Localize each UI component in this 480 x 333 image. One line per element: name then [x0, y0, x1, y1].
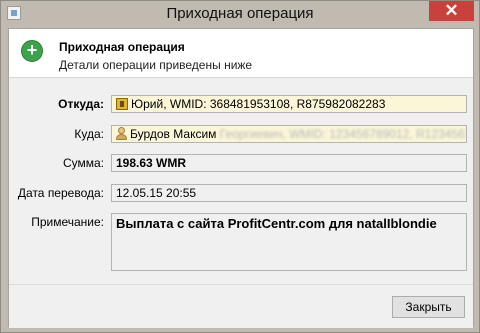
from-label: Откуда: [58, 97, 104, 111]
amount-label: Сумма: [62, 156, 104, 170]
dialog-header: + Приходная операция Детали операции при… [9, 29, 473, 78]
window-close-button[interactable]: ✕ [429, 1, 474, 21]
date-value: 12.05.15 20:55 [116, 186, 197, 200]
header-subtitle: Детали операции приведены ниже [59, 58, 253, 72]
person-icon [116, 127, 127, 140]
note-value: Выплата с сайта ProfitCentr.com для nata… [116, 216, 437, 231]
close-icon: ✕ [444, 1, 459, 20]
from-field[interactable]: Юрий, WMID: 368481953108, R875982082283 [111, 95, 467, 113]
to-field[interactable]: Бурдов Максим Георгиевич, WMID: 12345678… [111, 125, 467, 143]
to-label: Куда: [74, 127, 104, 141]
date-label: Дата перевода: [17, 186, 104, 200]
to-value: Бурдов Максим [130, 127, 217, 141]
note-label: Примечание: [31, 215, 104, 229]
plus-icon: + [21, 40, 43, 62]
date-field[interactable]: 12.05.15 20:55 [111, 184, 467, 202]
dialog-footer: Закрыть [9, 284, 473, 328]
wallet-icon [116, 98, 128, 110]
dialog-window: Приходная операция ✕ + Приходная операци… [0, 0, 480, 333]
from-value: Юрий, WMID: 368481953108, R875982082283 [131, 97, 386, 111]
header-title: Приходная операция [59, 40, 185, 54]
amount-value: 198.63 WMR [116, 156, 187, 170]
to-value-blurred: Георгиевич, WMID: 123456789012, R1234567… [219, 127, 467, 141]
title-bar[interactable]: Приходная операция ✕ [1, 1, 479, 27]
note-field[interactable]: Выплата с сайта ProfitCentr.com для nata… [111, 213, 467, 271]
close-button[interactable]: Закрыть [392, 296, 465, 318]
window-title: Приходная операция [166, 5, 314, 22]
amount-field[interactable]: 198.63 WMR [111, 154, 467, 172]
dialog-content: + Приходная операция Детали операции при… [8, 28, 474, 328]
